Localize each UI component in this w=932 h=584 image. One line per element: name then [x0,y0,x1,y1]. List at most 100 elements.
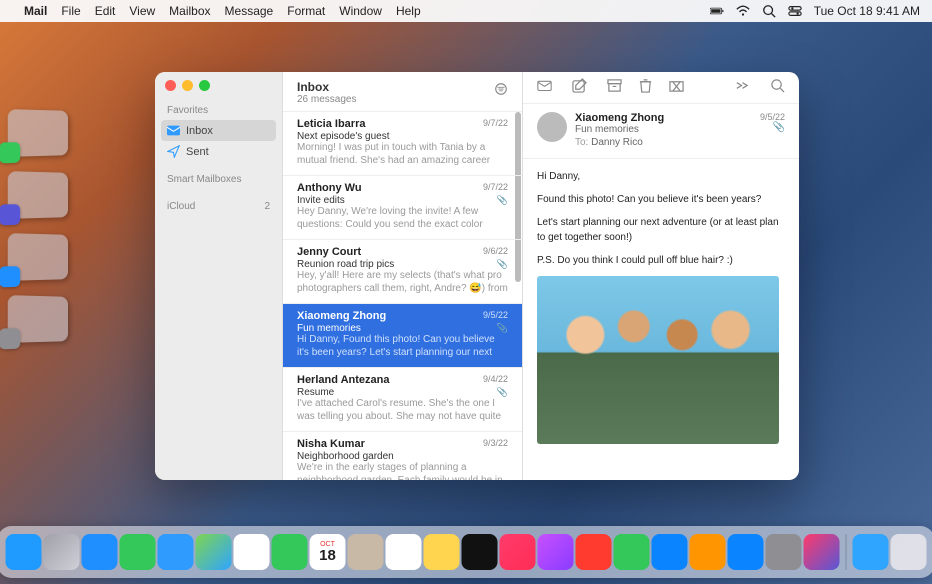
close-button[interactable] [165,80,176,91]
avatar [537,112,567,142]
dock-facetime[interactable] [272,534,308,570]
inbox-icon [167,124,180,137]
sidebar-sent[interactable]: Sent [155,141,282,162]
menu-message[interactable]: Message [225,4,274,18]
reply-icon[interactable] [537,78,552,98]
dock-trash[interactable] [891,534,927,570]
dock-contacts[interactable] [348,534,384,570]
favorites-header: Favorites [155,99,282,120]
reader-paragraph: Hi Danny, [537,169,785,184]
archive-icon[interactable] [607,78,622,98]
stage-manager-window-safari[interactable] [8,233,68,281]
message-row[interactable]: 9/7/22Leticia IbarraNext episode's guest… [283,112,522,176]
dock-shortcuts[interactable] [804,534,840,570]
mail-window: Favorites Inbox Sent Smart Mailboxes iCl… [155,72,799,480]
message-row[interactable]: 9/6/22Jenny Court📎Reunion road trip pics… [283,240,522,304]
message-list-header: Inbox 26 messages [283,72,522,112]
message-preview: Morning! I was put in touch with Tania b… [297,142,508,167]
window-controls [155,72,282,99]
dock-photos[interactable] [234,534,270,570]
message-row[interactable]: 9/3/22Nisha KumarNeighborhood gardenWe'r… [283,432,522,480]
dock-reminders[interactable] [386,534,422,570]
message-date: 9/3/22 [483,438,508,448]
menu-mailbox[interactable]: Mailbox [169,4,210,18]
message-row[interactable]: 9/7/22Anthony Wu📎Invite editsHey Danny, … [283,176,522,240]
dock-downloads[interactable] [853,534,889,570]
dock-numbers[interactable] [614,534,650,570]
reader-paragraph: Let's start planning our next adventure … [537,215,785,245]
wifi-icon[interactable] [736,4,750,18]
mail-sidebar: Favorites Inbox Sent Smart Mailboxes iCl… [155,72,283,480]
dock-tv[interactable] [462,534,498,570]
reader-date: 9/5/22 [760,112,785,122]
dock-podcasts[interactable] [538,534,574,570]
message-preview: Hey Danny, We're loving the invite! A fe… [297,206,508,231]
message-from: Nisha Kumar [297,438,508,450]
dock-keynote[interactable] [652,534,688,570]
mailbox-title: Inbox [297,80,356,94]
dock-notes[interactable] [424,534,460,570]
menu-help[interactable]: Help [396,4,421,18]
dock-news[interactable] [576,534,612,570]
search-icon[interactable] [770,78,785,98]
stage-manager-window-messages[interactable] [8,109,68,157]
spotlight-icon[interactable] [762,4,776,18]
dock-safari[interactable] [82,534,118,570]
message-count: 26 messages [297,94,356,105]
message-subject: Reunion road trip pics [297,259,508,270]
message-from: Xiaomeng Zhong [297,310,508,322]
trash-icon[interactable] [638,78,653,98]
message-date: 9/5/22 [483,310,508,320]
dock-launchpad[interactable] [44,534,80,570]
message-row[interactable]: 9/5/22Xiaomeng Zhong📎Fun memoriesHi Dann… [283,304,522,368]
menu-view[interactable]: View [129,4,155,18]
stage-manager-window-system-settings[interactable] [8,295,68,343]
message-subject: Neighborhood garden [297,451,508,462]
clock[interactable]: Tue Oct 18 9:41 AM [814,4,920,18]
compose-icon[interactable] [572,78,587,98]
message-preview: I've attached Carol's resume. She's the … [297,398,508,423]
filter-icon[interactable] [494,82,508,101]
menu-window[interactable]: Window [339,4,382,18]
menu-format[interactable]: Format [287,4,325,18]
stage-manager-window-shortcuts[interactable] [8,171,68,219]
sidebar-inbox[interactable]: Inbox [161,120,276,141]
attachment-icon: 📎 [497,323,508,334]
dock-system-settings[interactable] [766,534,802,570]
dock-music[interactable] [500,534,536,570]
reader-to-name: Danny Rico [591,137,643,148]
messages-icon [0,142,20,163]
dock-messages[interactable] [120,534,156,570]
icloud-header[interactable]: iCloud 2 [155,195,282,216]
more-icon[interactable] [735,78,750,98]
junk-icon[interactable] [669,78,684,98]
menubar: Mail File Edit View Mailbox Message Form… [0,0,932,22]
dock-pages[interactable] [690,534,726,570]
menu-edit[interactable]: Edit [95,4,116,18]
message-date: 9/7/22 [483,182,508,192]
reader-subject: Fun memories [575,124,664,135]
inbox-label: Inbox [186,125,213,137]
reader-from: Xiaomeng Zhong [575,112,664,124]
message-list[interactable]: 9/7/22 Leticia IbarraNext episode's guest… [283,112,522,480]
dock-calendar[interactable]: OCT18 [310,534,346,570]
minimize-button[interactable] [182,80,193,91]
message-row[interactable]: 9/4/22Herland Antezana📎ResumeI've attach… [283,368,522,432]
message-from: Leticia Ibarra [297,118,508,130]
message-list-pane: Inbox 26 messages 9/7/22Leticia IbarraNe… [283,72,523,480]
menu-file[interactable]: File [61,4,80,18]
dock-finder[interactable] [6,534,42,570]
message-subject: Next episode's guest [297,131,508,142]
message-from: Anthony Wu [297,182,508,194]
dock-maps[interactable] [196,534,232,570]
reader-header: Xiaomeng Zhong Fun memories To: Danny Ri… [523,104,799,159]
battery-icon[interactable] [710,4,724,18]
control-center-icon[interactable] [788,4,802,18]
shortcuts-icon [0,204,20,225]
app-name[interactable]: Mail [24,4,47,18]
attachment-icon: 📎 [760,122,785,133]
dock-app-store[interactable] [728,534,764,570]
dock-mail[interactable] [158,534,194,570]
email-attachment-photo[interactable] [537,276,779,444]
zoom-button[interactable] [199,80,210,91]
